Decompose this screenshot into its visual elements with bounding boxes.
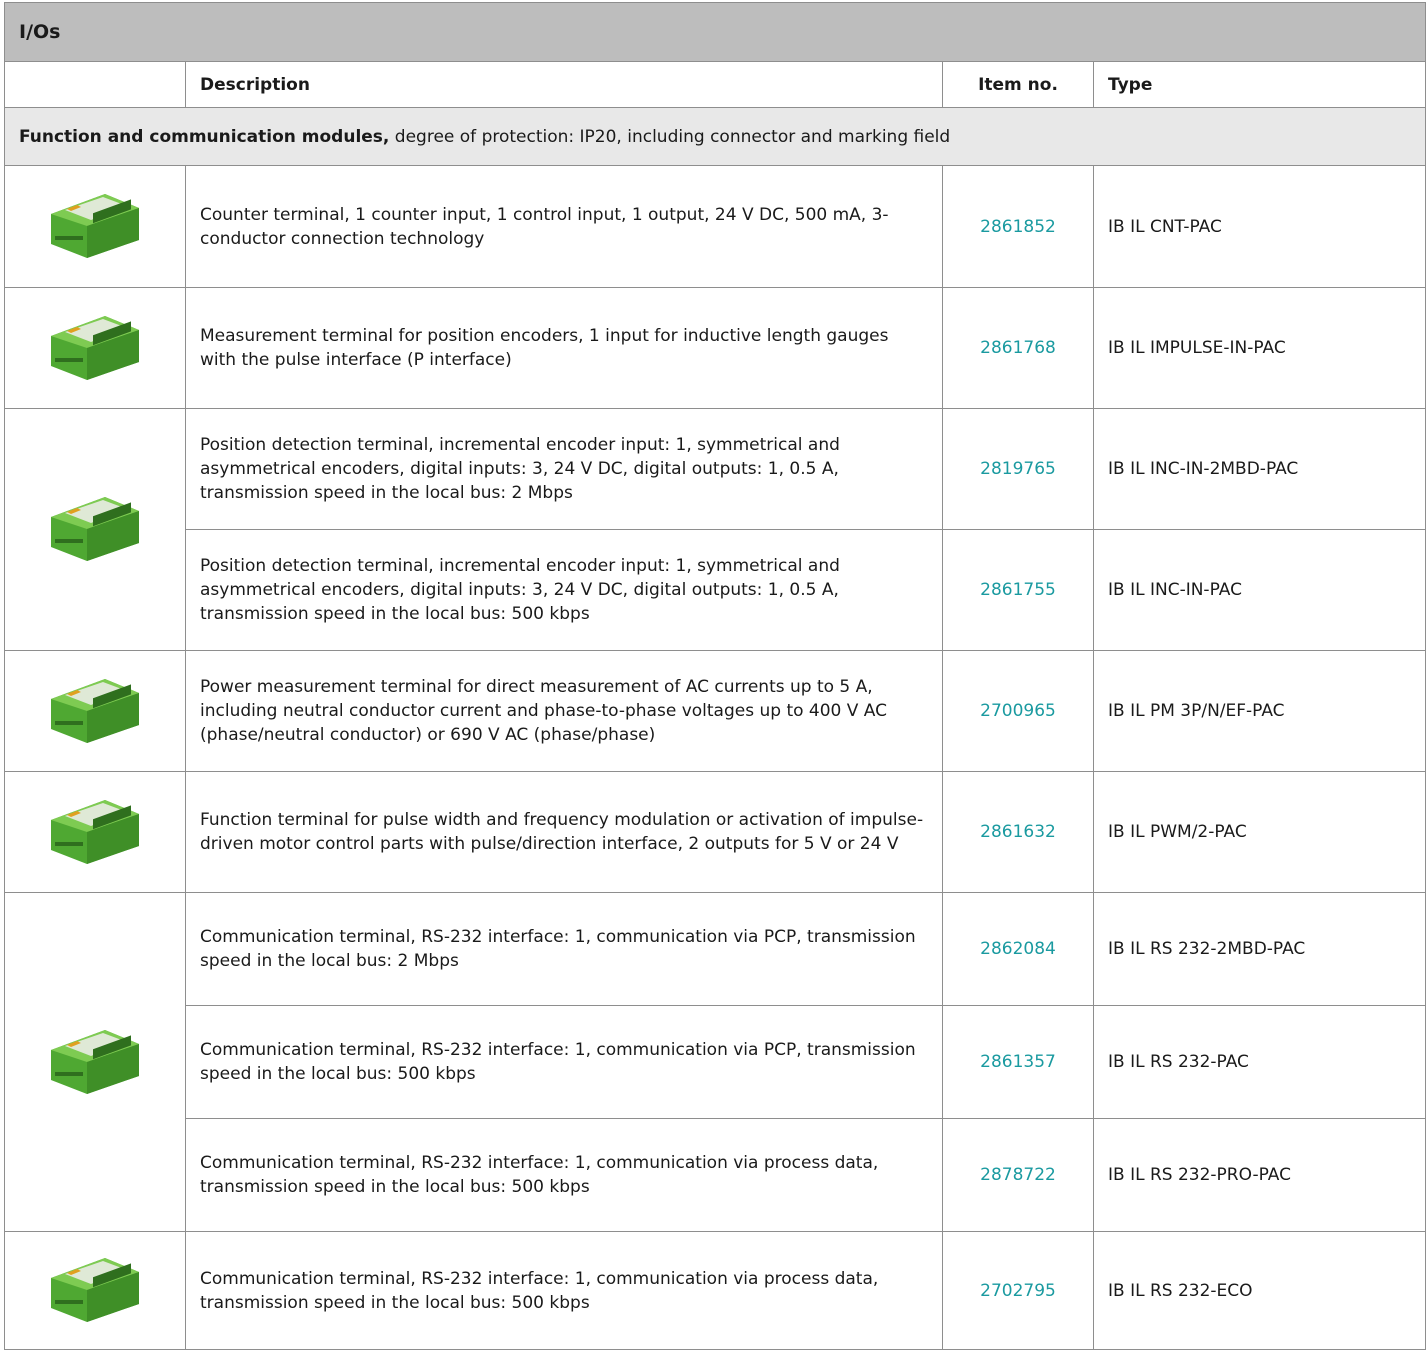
- product-image-cell: [4, 771, 186, 893]
- item-link[interactable]: 2861632: [980, 822, 1056, 842]
- row-description: Communication terminal, RS-232 interface…: [185, 1005, 943, 1119]
- product-image-cell: [4, 287, 186, 409]
- row-type: IB IL RS 232-ECO: [1092, 1231, 1426, 1350]
- row-description: Counter terminal, 1 counter input, 1 con…: [185, 165, 943, 288]
- item-link[interactable]: 2700965: [980, 701, 1056, 721]
- table-row: Function terminal for pulse width and fr…: [4, 771, 1426, 893]
- item-link[interactable]: 2861357: [980, 1052, 1056, 1072]
- header-description: Description: [185, 61, 943, 108]
- product-image-cell: [4, 408, 186, 651]
- table-row: Communication terminal, RS-232 interface…: [4, 1231, 1426, 1350]
- row-type: IB IL CNT-PAC: [1092, 165, 1426, 288]
- table-row: Measurement terminal for position encode…: [4, 287, 1426, 409]
- io-module-icon: [47, 790, 143, 868]
- io-module-icon: [47, 1020, 143, 1098]
- item-link[interactable]: 2862084: [980, 939, 1056, 959]
- table-row: Power measurement terminal for direct me…: [4, 650, 1426, 772]
- row-description: Position detection terminal, incremental…: [185, 408, 943, 530]
- item-no-cell: 2700965: [942, 650, 1094, 772]
- table-row: Position detection terminal, incremental…: [4, 408, 1426, 651]
- row-description: Communication terminal, RS-232 interface…: [185, 892, 943, 1006]
- row-description: Communication terminal, RS-232 interface…: [185, 1231, 943, 1350]
- item-link[interactable]: 2702795: [980, 1281, 1056, 1301]
- row-type: IB IL PWM/2-PAC: [1092, 771, 1426, 893]
- product-image-cell: [4, 892, 186, 1232]
- item-link[interactable]: 2861768: [980, 338, 1056, 358]
- item-no-cell: 2702795: [942, 1231, 1094, 1350]
- item-no-cell: 2862084: [942, 892, 1094, 1006]
- table-row: Position detection terminal, incremental…: [5, 529, 1426, 651]
- item-link[interactable]: 2878722: [980, 1165, 1056, 1185]
- item-no-cell: 2861768: [942, 287, 1094, 409]
- row-type: IB IL PM 3P/N/EF-PAC: [1092, 650, 1426, 772]
- product-image-cell: [4, 165, 186, 288]
- item-no-cell: 2861357: [942, 1005, 1094, 1119]
- group-title-rest: degree of protection: IP20, including co…: [389, 126, 951, 147]
- row-description: Position detection terminal, incremental…: [185, 529, 943, 651]
- row-type: IB IL RS 232-PRO-PAC: [1092, 1118, 1426, 1232]
- io-module-icon: [47, 184, 143, 262]
- row-description: Power measurement terminal for direct me…: [185, 650, 943, 772]
- table-title: I/Os: [3, 2, 1426, 62]
- product-image-cell: [4, 650, 186, 772]
- item-no-cell: 2861852: [942, 165, 1094, 288]
- header-type: Type: [1092, 61, 1426, 108]
- table-row: Communication terminal, RS-232 interface…: [5, 1118, 1426, 1232]
- row-description: Measurement terminal for position encode…: [185, 287, 943, 409]
- table-row: Counter terminal, 1 counter input, 1 con…: [4, 165, 1426, 288]
- group-header: Function and communication modules, degr…: [3, 107, 1426, 166]
- row-type: IB IL IMPULSE-IN-PAC: [1092, 287, 1426, 409]
- item-no-cell: 2861632: [942, 771, 1094, 893]
- io-module-icon: [47, 306, 143, 384]
- header-image: [4, 61, 186, 108]
- item-no-cell: 2878722: [942, 1118, 1094, 1232]
- ios-table: I/Os Description Item no. Type Function …: [3, 2, 1426, 1350]
- io-module-icon: [47, 1248, 143, 1326]
- io-module-icon: [47, 669, 143, 747]
- row-type: IB IL INC-IN-2MBD-PAC: [1092, 408, 1426, 530]
- item-no-cell: 2861755: [942, 529, 1094, 651]
- table-row: Communication terminal, RS-232 interface…: [5, 1005, 1426, 1119]
- group-title-bold: Function and communication modules,: [19, 126, 390, 147]
- row-type: IB IL INC-IN-PAC: [1092, 529, 1426, 651]
- row-type: IB IL RS 232-PAC: [1092, 1005, 1426, 1119]
- product-image-cell: [4, 1231, 186, 1350]
- row-type: IB IL RS 232-2MBD-PAC: [1092, 892, 1426, 1006]
- item-link[interactable]: 2861755: [980, 580, 1056, 600]
- io-module-icon: [47, 487, 143, 565]
- header-item-no: Item no.: [942, 61, 1094, 108]
- row-description: Function terminal for pulse width and fr…: [185, 771, 943, 893]
- table-row: Communication terminal, RS-232 interface…: [4, 892, 1426, 1232]
- item-no-cell: 2819765: [942, 408, 1094, 530]
- item-link[interactable]: 2819765: [980, 459, 1056, 479]
- row-description: Communication terminal, RS-232 interface…: [185, 1118, 943, 1232]
- item-link[interactable]: 2861852: [980, 217, 1056, 237]
